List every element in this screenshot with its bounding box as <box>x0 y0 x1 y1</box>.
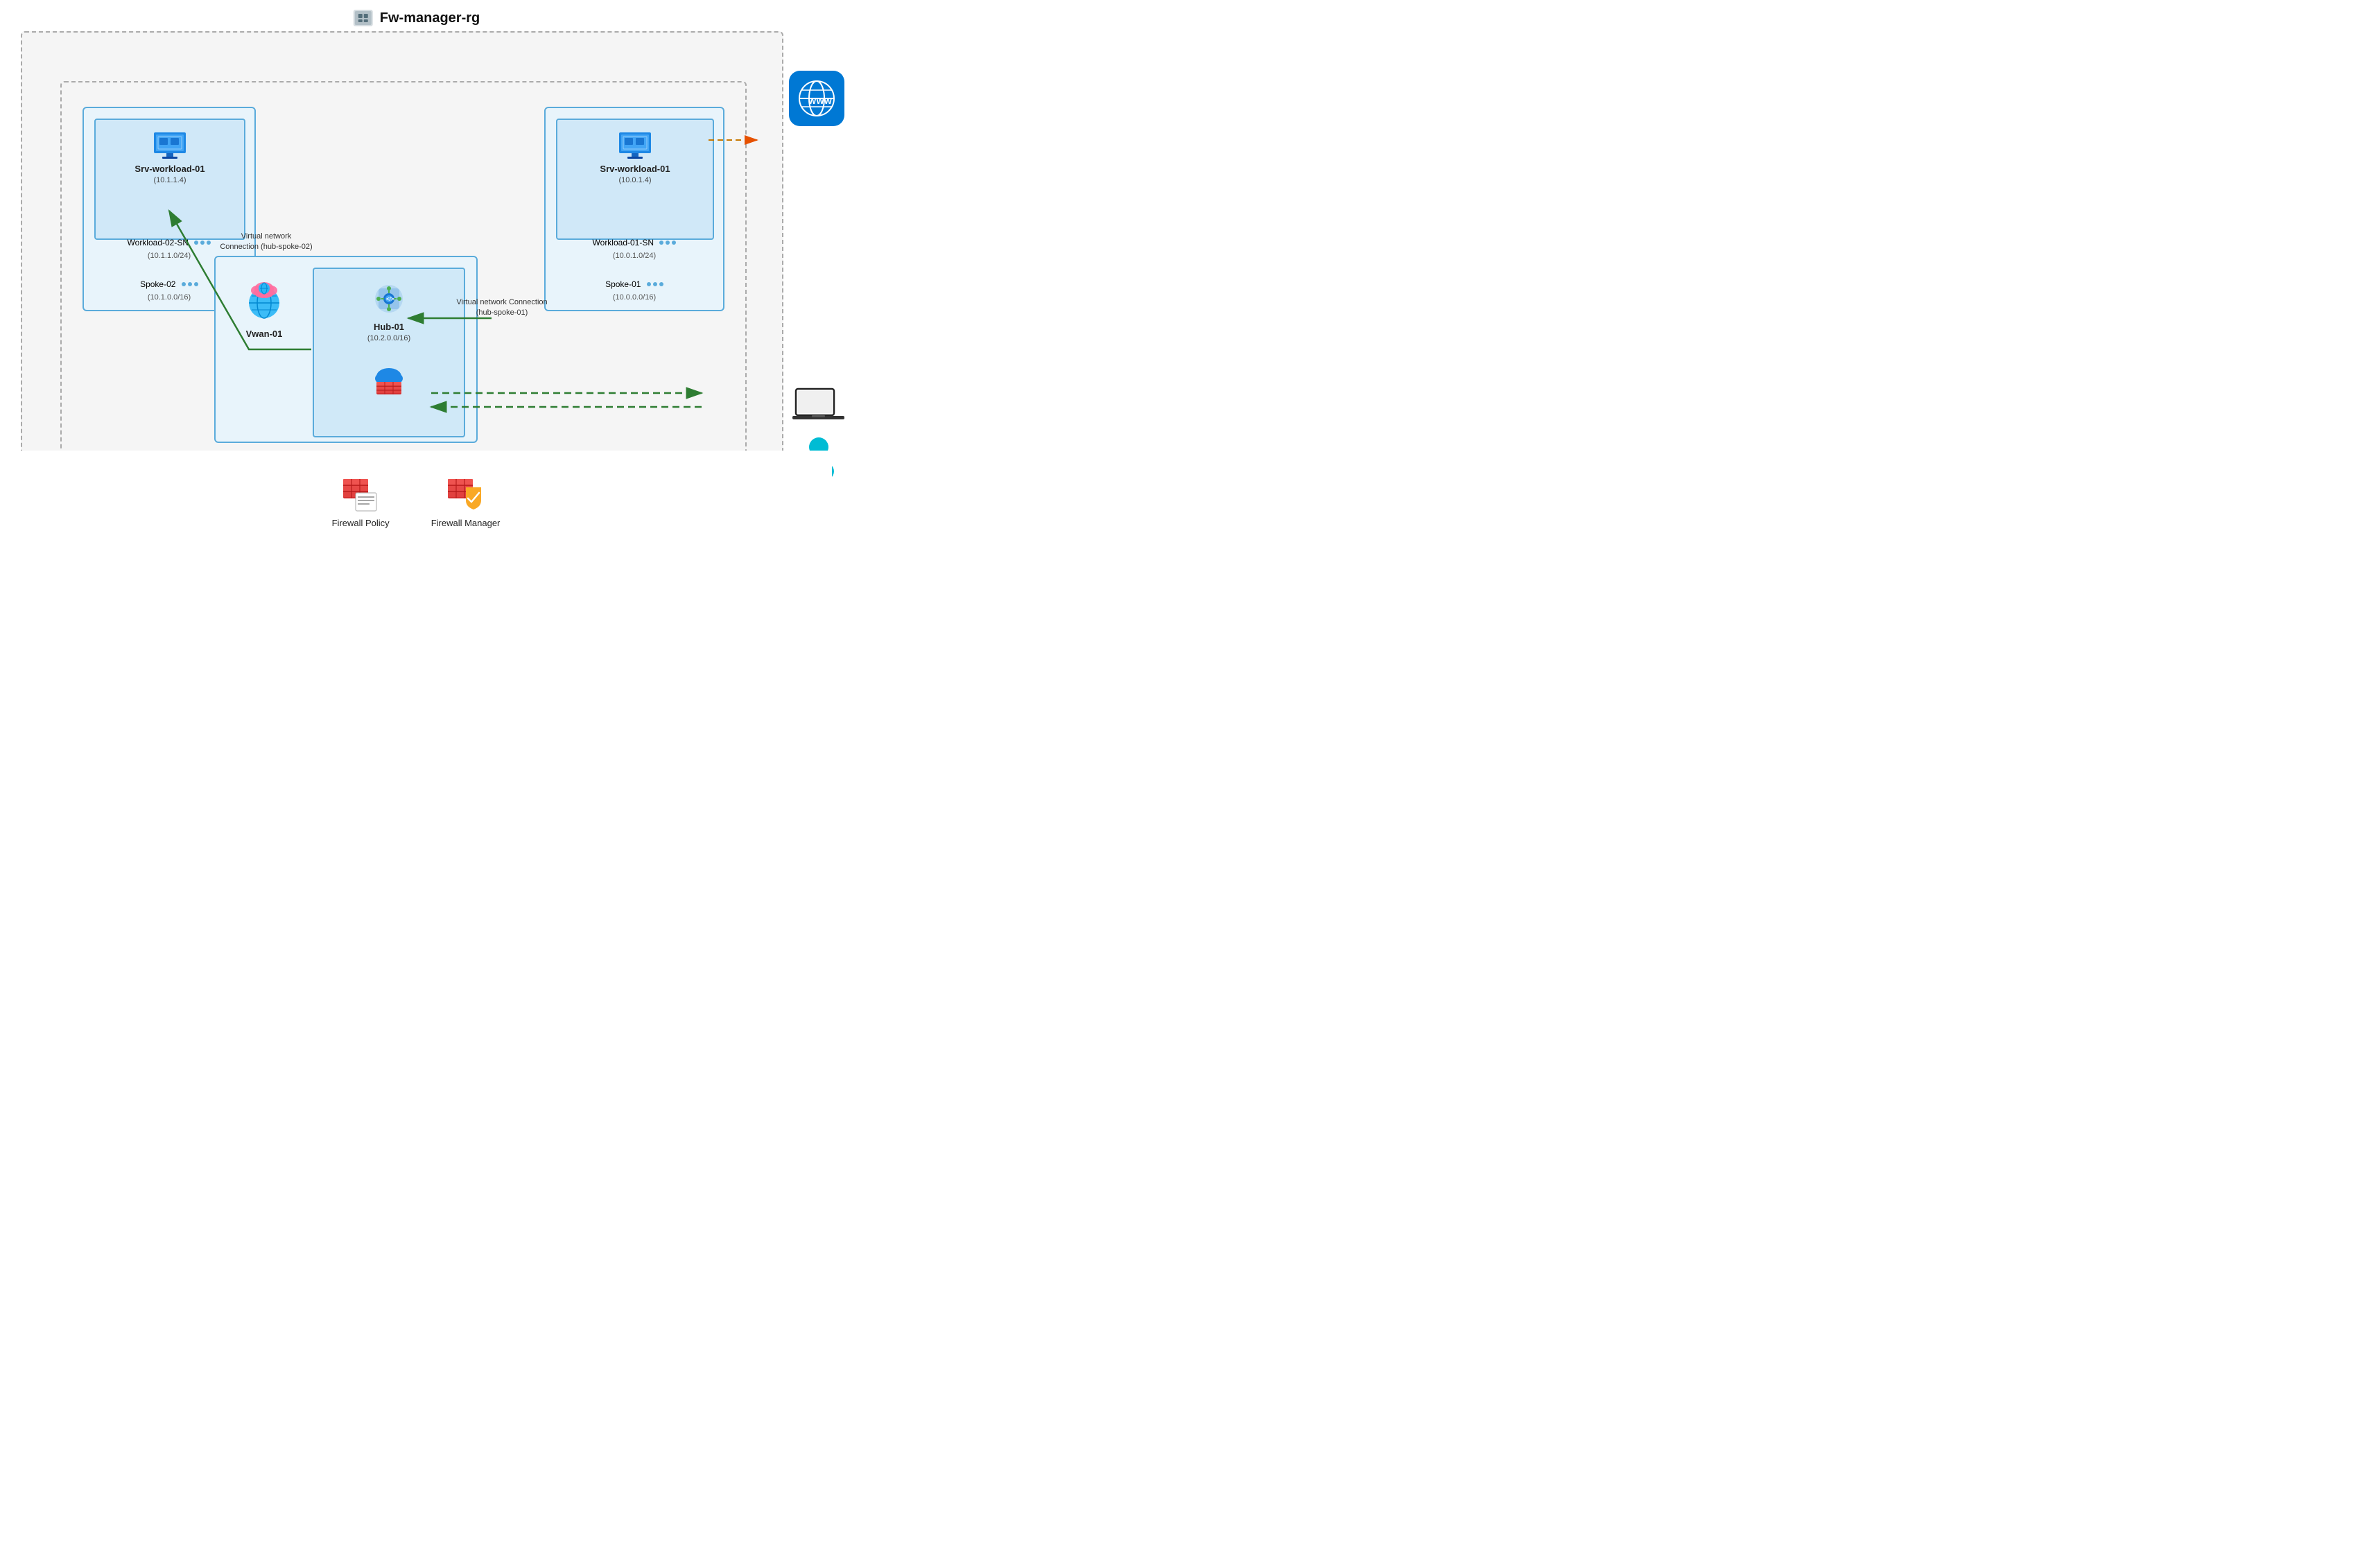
vwan-label: Vwan-01 <box>229 329 299 339</box>
hub-label: Hub-01 (10.2.0.0/16) <box>314 321 464 345</box>
vm-icon-spoke01 <box>618 131 652 160</box>
conn-label-hub-spoke02: Virtual networkConnection (hub-spoke-02) <box>211 232 322 253</box>
svg-text:WWW: WWW <box>808 96 833 106</box>
vwan-section: Vwan-01 <box>229 278 299 339</box>
firewall-hub-icon <box>371 361 407 397</box>
conn-label-hub-spoke01: Virtual network Connection(hub-spoke-01) <box>443 297 561 319</box>
legend-firewall-manager: Firewall Manager <box>431 478 501 528</box>
firewall-policy-label: Firewall Policy <box>332 518 390 528</box>
firewall-policy-icon <box>342 478 380 514</box>
spoke01-vm-label: Srv-workload-01 (10.0.1.4) <box>557 163 713 186</box>
hub-inner-box: </> Hub-01 (10.2.0.0/16) <box>313 268 465 437</box>
rg-title-text: Fw-manager-rg <box>380 10 480 26</box>
firewall-manager-label: Firewall Manager <box>431 518 501 528</box>
resource-group-icon <box>352 7 374 29</box>
hub-icon: </> <box>373 283 405 315</box>
spoke-02-vm-box: Srv-workload-01 (10.1.1.4) <box>94 119 245 240</box>
spoke-01-box: Srv-workload-01 (10.0.1.4) Workload-01-S… <box>544 107 724 311</box>
www-icon: WWW <box>794 76 839 121</box>
spoke02-vm-label: Srv-workload-01 (10.1.1.4) <box>96 163 244 186</box>
inner-region: Srv-workload-01 (10.1.1.4) Workload-02-S… <box>60 81 747 469</box>
legend-area: Firewall Policy Firewall Manager <box>0 451 832 541</box>
firewall-in-hub <box>314 361 464 401</box>
vwan-icon <box>242 278 286 322</box>
firewall-manager-icon <box>446 478 485 514</box>
rg-box: Srv-workload-01 (10.1.1.4) Workload-02-S… <box>21 31 783 516</box>
vm-icon-spoke02 <box>153 131 187 160</box>
spoke01-label: Spoke-01 (10.0.0.0/16) <box>546 278 723 303</box>
spoke01-sn-label: Workload-01-SN (10.0.1.0/24) <box>546 236 723 261</box>
spoke-01-vm-box: Srv-workload-01 (10.0.1.4) <box>556 119 714 240</box>
www-section: WWW <box>789 71 844 126</box>
diagram-container: Fw-manager-rg <box>0 0 832 541</box>
svg-text:</>: </> <box>386 296 394 302</box>
rg-title: Fw-manager-rg <box>352 7 480 29</box>
legend-firewall-policy: Firewall Policy <box>332 478 390 528</box>
laptop-icon <box>792 387 844 428</box>
hub-vwan-box: Vwan-01 <box>214 256 478 443</box>
